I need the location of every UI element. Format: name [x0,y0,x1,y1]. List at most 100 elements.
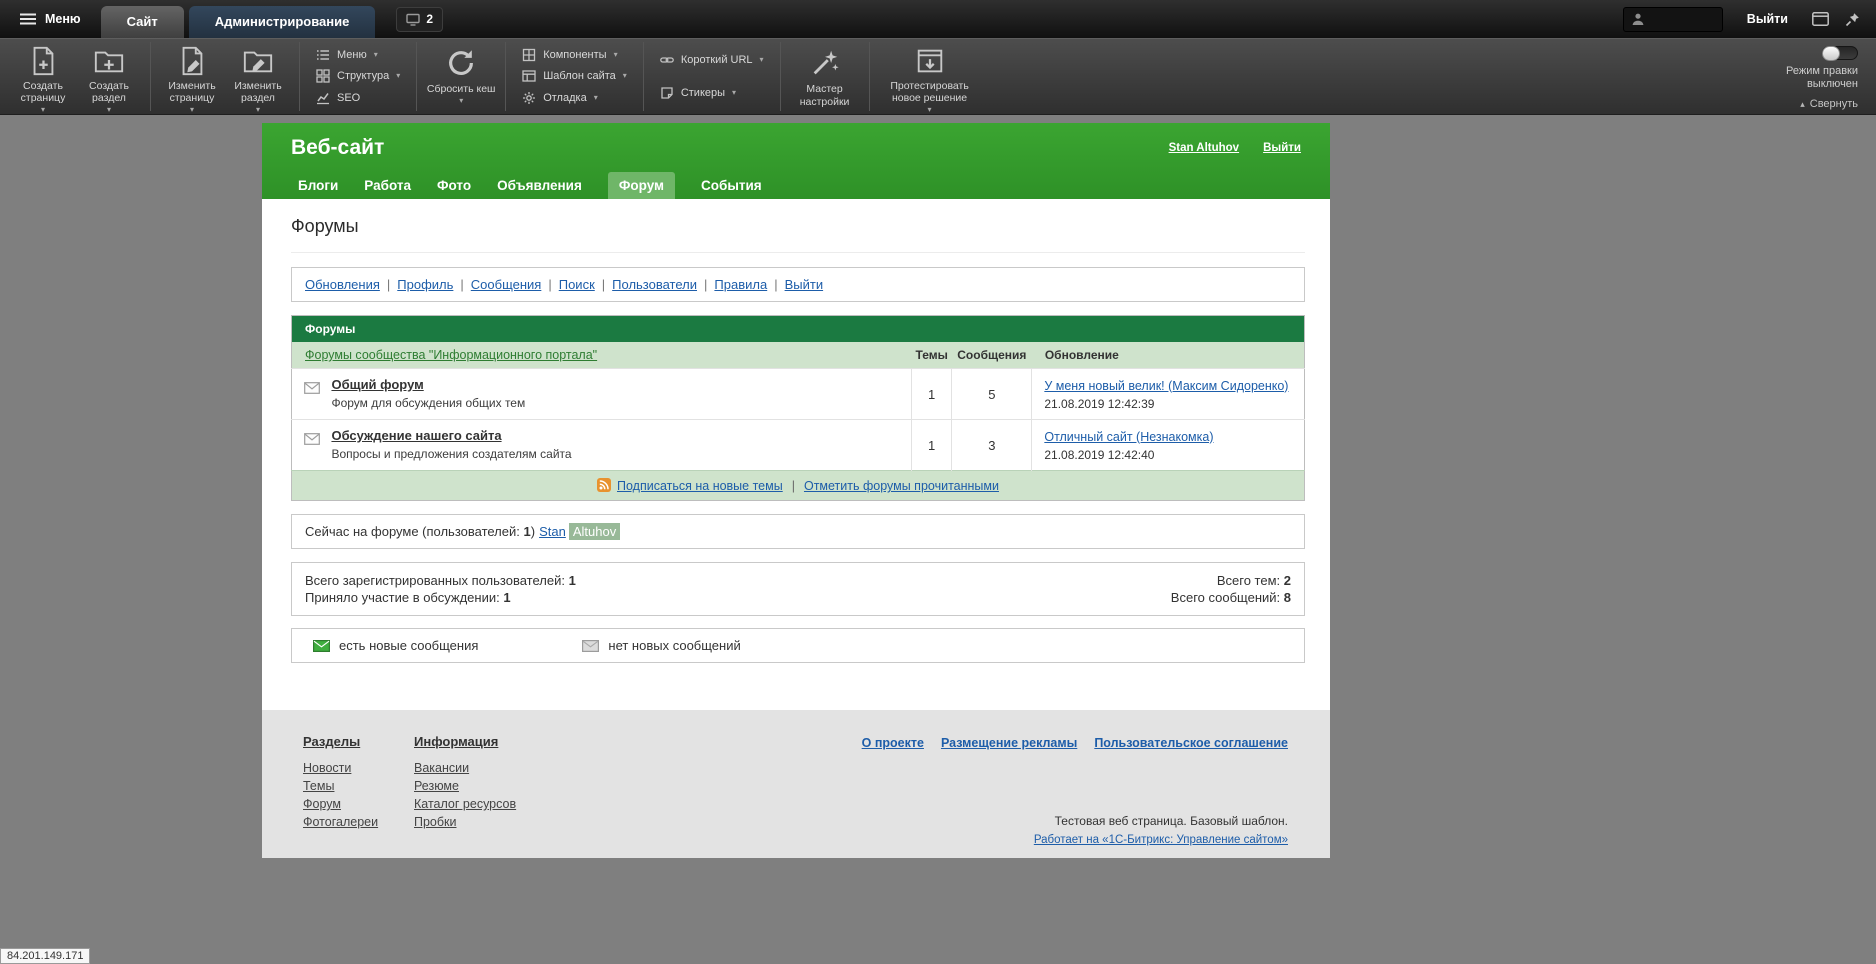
components-group: Компоненты ▾ Шаблон сайта ▾ Отладка ▾ [514,39,635,114]
footer-link-advertising[interactable]: Размещение рекламы [941,736,1077,750]
debug-item[interactable]: Отладка ▾ [518,88,631,108]
footer-copyright: Тестовая веб страница. Базовый шаблон. Р… [1034,814,1288,846]
footer-note: Тестовая веб страница. Базовый шаблон. [1034,814,1288,828]
nav-item-events[interactable]: События [701,172,762,199]
url-group: Короткий URL ▾ Стикеры ▾ [652,39,772,114]
forum-menu-rules[interactable]: Правила [714,277,767,292]
pin-icon[interactable] [1845,12,1860,27]
ribbon-separator [150,42,151,111]
new-page-icon [27,45,59,77]
create-group: Создать страницу ▾ Создать раздел ▾ [10,39,142,114]
admin-ribbon: Создать страницу ▾ Создать раздел ▾ Изме… [0,38,1876,115]
reset-cache-button[interactable]: Сбросить кеш ▾ [425,39,497,114]
structure-item[interactable]: Структура ▾ [312,66,404,86]
footer-link-galleries[interactable]: Фотогалереи [303,815,414,829]
forum-description: Форум для обсуждения общих тем [331,396,901,410]
nav-item-blogs[interactable]: Блоги [298,172,338,199]
chevron-down-icon: ▾ [760,56,764,64]
admin-logout-link[interactable]: Выйти [1747,12,1788,26]
forum-table-footer-row: Подписаться на новые темы|Отметить форум… [292,471,1305,501]
footer-link-catalog[interactable]: Каталог ресурсов [414,797,525,811]
nav-item-forum[interactable]: Форум [608,172,675,199]
components-item[interactable]: Компоненты ▾ [518,45,631,65]
short-url-item[interactable]: Короткий URL ▾ [656,50,768,70]
nav-item-photo[interactable]: Фото [437,172,471,199]
menu-separator: | [602,277,605,292]
stat-participated: Приняло участие в обсуждении: 1 [305,589,576,606]
chevron-down-icon: ▾ [623,72,627,80]
footer-link-news[interactable]: Новости [303,761,414,775]
setup-wizard-button[interactable]: Мастер настройки [789,39,861,114]
admin-menu-button[interactable]: Меню [0,0,101,38]
footer-col-title: Разделы [303,734,414,749]
stickers-item[interactable]: Стикеры ▾ [656,83,768,103]
footer-link-vacancies[interactable]: Вакансии [414,761,525,775]
test-solution-button[interactable]: Протестировать новое решение ▾ [878,39,982,114]
forum-menu-search[interactable]: Поиск [559,277,595,292]
site-logout-link[interactable]: Выйти [1263,142,1301,154]
seo-chart-icon [316,91,330,105]
refresh-icon [445,47,477,79]
online-user-link[interactable]: Stan [539,524,566,539]
chevron-down-icon: ▾ [396,72,400,80]
chevron-down-icon: ▾ [190,106,194,114]
desktop-window-icon[interactable] [1812,12,1829,26]
site-footer: Разделы Новости Темы Форум Фотогалереи И… [262,710,1330,858]
forum-group-row: Форумы сообщества "Информационного порта… [292,342,1305,369]
user-menu[interactable] [1623,7,1723,32]
powered-by-link[interactable]: Работает на «1С-Битрикс: Управление сайт… [1034,834,1288,846]
site-nav: Блоги Работа Фото Объявления Форум Событ… [262,172,1330,199]
forum-title-link[interactable]: Общий форум [331,377,423,392]
nav-item-ads[interactable]: Объявления [497,172,582,199]
last-post-link[interactable]: У меня новый велик! (Максим Сидоренко) [1044,379,1288,393]
nav-item-work[interactable]: Работа [364,172,411,199]
test-box-icon [914,45,946,77]
footer-link-topics[interactable]: Темы [303,779,414,793]
menu-settings-item[interactable]: Меню ▾ [312,45,404,65]
mark-forums-read-link[interactable]: Отметить форумы прочитанными [804,479,999,493]
notifications-button[interactable]: 2 [396,7,443,32]
forum-menu-profile[interactable]: Профиль [397,277,453,292]
user-profile-link[interactable]: Stan Altuhov [1169,142,1240,154]
menu-separator: | [387,277,390,292]
collapse-panel-button[interactable]: ▴ Свернуть [1800,98,1858,110]
forum-title-link[interactable]: Обсуждение нашего сайта [331,428,501,443]
subscribe-new-topics-link[interactable]: Подписаться на новые темы [617,479,783,493]
footer-link-traffic[interactable]: Пробки [414,815,525,829]
forum-menu-updates[interactable]: Обновления [305,277,380,292]
site-template-item[interactable]: Шаблон сайта ▾ [518,66,631,86]
stat-total-messages: Всего сообщений: 8 [1171,589,1291,606]
stat-registered: Всего зарегистрированных пользователей: … [305,572,576,589]
last-post-link[interactable]: Отличный сайт (Незнакомка) [1044,430,1213,444]
forum-menu-messages[interactable]: Сообщения [471,277,542,292]
edit-mode-toggle[interactable] [1822,46,1858,60]
tab-administration[interactable]: Администрирование [189,6,376,38]
footer-link-about[interactable]: О проекте [862,736,924,750]
create-section-button[interactable]: Создать раздел ▾ [76,39,142,114]
create-page-button[interactable]: Создать страницу ▾ [10,39,76,114]
edit-page-button[interactable]: Изменить страницу ▾ [159,39,225,114]
forum-menu-users[interactable]: Пользователи [612,277,697,292]
footer-top-links: О проекте Размещение рекламы Пользовател… [862,736,1288,750]
forum-row: Обсуждение нашего сайта Вопросы и предло… [292,420,1305,471]
seo-item[interactable]: SEO [312,88,404,108]
tab-site[interactable]: Сайт [101,6,184,38]
forum-menu-logout[interactable]: Выйти [785,277,824,292]
debug-gear-icon [522,91,536,105]
user-icon [1631,12,1645,26]
site-container: Веб-сайт Stan Altuhov Выйти Блоги Работа… [262,123,1330,858]
forum-row: Общий форум Форум для обсуждения общих т… [292,369,1305,420]
chevron-up-icon: ▴ [1800,99,1805,110]
footer-link-agreement[interactable]: Пользовательское соглашение [1094,736,1288,750]
forum-stats-box: Всего зарегистрированных пользователей: … [291,562,1305,616]
forum-group-link[interactable]: Форумы сообщества "Информационного порта… [305,348,597,362]
toggle-knob [1822,46,1840,61]
stats-left: Всего зарегистрированных пользователей: … [305,572,576,606]
envelope-icon [304,433,320,445]
footer-link-forum[interactable]: Форум [303,797,414,811]
edit-section-button[interactable]: Изменить раздел ▾ [225,39,291,114]
column-topics: Темы [911,342,951,369]
forum-table-header-row: Форумы [292,316,1305,343]
site-header: Веб-сайт Stan Altuhov Выйти Блоги Работа… [262,123,1330,199]
footer-link-resume[interactable]: Резюме [414,779,525,793]
